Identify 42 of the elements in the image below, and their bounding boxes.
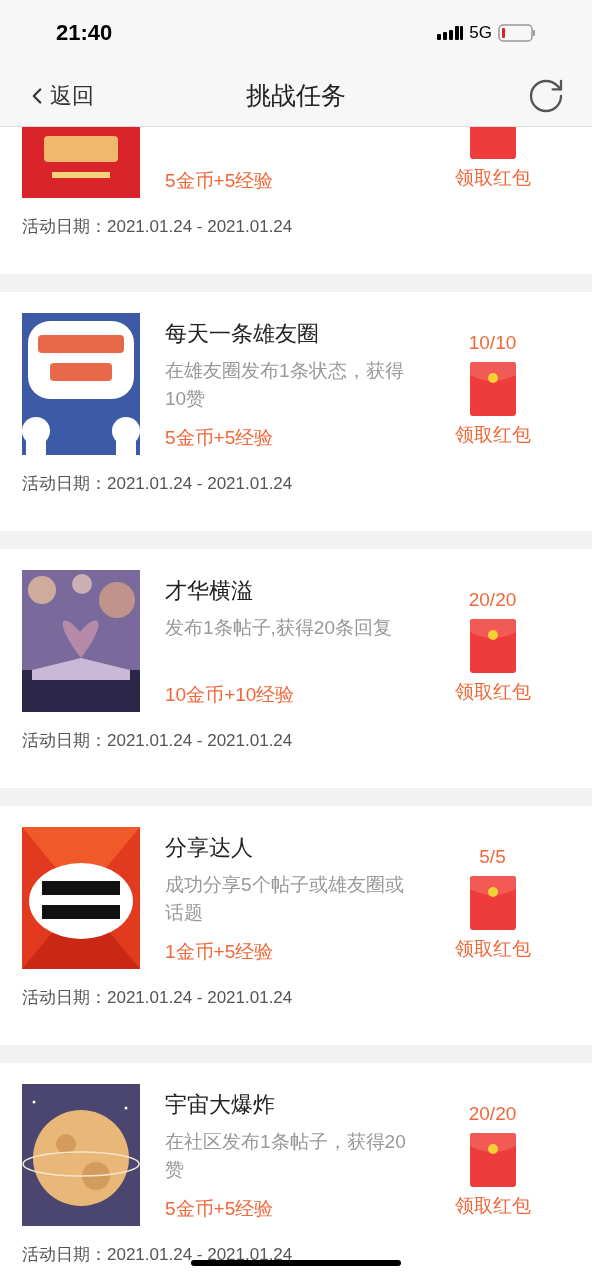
date-label: 活动日期： (22, 473, 107, 495)
claim-button[interactable]: 领取红包 (454, 679, 531, 705)
date-label: 活动日期： (22, 730, 107, 752)
date-label: 活动日期： (22, 1244, 107, 1266)
claim-button[interactable]: 领取红包 (454, 936, 531, 962)
signal-icon (437, 24, 464, 41)
date-label: 活动日期： (22, 216, 107, 238)
date-range: 2021.01.24 - 2021.01.24 (107, 1244, 293, 1266)
network-label: 5G (469, 21, 492, 44)
task-reward: 10金币+10经验 (165, 683, 296, 707)
date-range: 2021.01.24 - 2021.01.24 (107, 730, 293, 752)
date-range: 2021.01.24 - 2021.01.24 (107, 473, 293, 495)
date-range: 2021.01.24 - 2021.01.24 (107, 216, 293, 238)
progress-count: 20/20 (468, 588, 517, 612)
claim-button[interactable]: 领取红包 (454, 1193, 531, 1219)
envelope-icon (469, 1133, 516, 1187)
status-time: 21:40 (56, 19, 113, 47)
progress-count: 5/5 (479, 845, 506, 869)
envelope-icon (469, 362, 516, 416)
date-range: 2021.01.24 - 2021.01.24 (107, 987, 293, 1009)
back-button[interactable]: 返回 (24, 79, 94, 112)
claim-button[interactable]: 领取红包 (454, 165, 531, 191)
task-title: 每天一条雄友圈 (165, 320, 320, 348)
task-reward: 5金币+5经验 (165, 1197, 275, 1221)
task-title: 分享达人 (165, 834, 254, 862)
task-title: 才华横溢 (165, 577, 254, 605)
progress-count: 10/10 (468, 331, 517, 355)
task-title: 宇宙大爆炸 (165, 1091, 276, 1119)
envelope-icon (469, 619, 516, 673)
progress-count: 20/20 (468, 1102, 517, 1126)
page-title: 挑战任务 (246, 79, 346, 111)
task-reward: 5金币+5经验 (165, 169, 275, 193)
task-description: 在雄友圈发布1条状态，获得10赞 (165, 359, 405, 411)
task-description: 在社区发布1条帖子，获得20赞 (165, 1130, 407, 1182)
task-reward: 5金币+5经验 (165, 426, 275, 450)
task-description: 发布1条帖子,获得20条回复 (165, 616, 393, 640)
battery-icon (498, 23, 536, 42)
task-description: 成功分享5个帖子或雄友圈或话题 (165, 873, 405, 925)
claim-button[interactable]: 领取红包 (454, 422, 531, 448)
date-label: 活动日期： (22, 987, 107, 1009)
task-reward: 1金币+5经验 (165, 940, 275, 964)
envelope-icon (469, 876, 516, 930)
